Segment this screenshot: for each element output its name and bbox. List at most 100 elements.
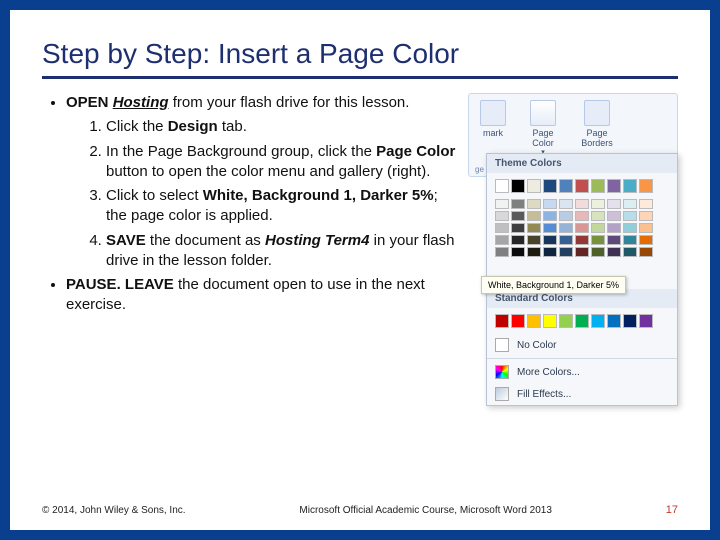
color-swatch[interactable] [575,223,589,233]
color-swatch[interactable] [575,235,589,245]
theme-row-main [495,179,669,193]
color-swatch[interactable] [575,179,589,193]
page-color-button[interactable]: Page Color ▾ [521,100,565,156]
color-swatch[interactable] [639,211,653,221]
color-swatch[interactable] [639,235,653,245]
color-swatch[interactable] [511,314,525,328]
color-swatch[interactable] [623,211,637,221]
color-swatch[interactable] [495,199,509,209]
theme-row-shade [495,223,669,233]
color-swatch[interactable] [639,247,653,257]
color-swatch[interactable] [527,179,541,193]
color-swatch[interactable] [559,247,573,257]
color-swatch[interactable] [639,199,653,209]
color-swatch[interactable] [607,179,621,193]
color-swatch[interactable] [543,247,557,257]
color-swatch[interactable] [607,314,621,328]
color-swatch[interactable] [607,199,621,209]
color-swatch[interactable] [591,314,605,328]
color-swatch[interactable] [511,199,525,209]
no-color-item[interactable]: No Color [487,334,677,356]
screenshot: mark Page Color ▾ Page Borders ge B Them… [468,93,678,320]
color-swatch[interactable] [575,247,589,257]
color-swatch[interactable] [543,314,557,328]
color-swatch[interactable] [543,235,557,245]
color-swatch[interactable] [495,247,509,257]
color-swatch[interactable] [623,314,637,328]
color-swatch[interactable] [623,235,637,245]
color-swatch[interactable] [591,223,605,233]
color-swatch[interactable] [511,179,525,193]
color-swatch[interactable] [591,247,605,257]
menu-divider [487,358,677,359]
color-swatch[interactable] [511,247,525,257]
color-swatch[interactable] [639,223,653,233]
color-swatch[interactable] [495,211,509,221]
color-swatch[interactable] [543,223,557,233]
color-swatch[interactable] [623,199,637,209]
color-swatch[interactable] [559,179,573,193]
instruction-text: OPEN Hosting from your flash drive for t… [42,93,456,320]
slide: Step by Step: Insert a Page Color OPEN H… [0,0,720,540]
color-swatch[interactable] [623,247,637,257]
color-tooltip: White, Background 1, Darker 5% [481,276,626,294]
color-swatch[interactable] [527,235,541,245]
color-swatch[interactable] [527,211,541,221]
color-swatch[interactable] [527,199,541,209]
color-swatch[interactable] [591,235,605,245]
color-swatch[interactable] [623,179,637,193]
watermark-button[interactable]: mark [473,100,513,138]
color-swatch[interactable] [495,235,509,245]
fill-effects-icon [495,387,509,401]
copyright-text: © 2014, John Wiley & Sons, Inc. [42,505,186,516]
color-swatch[interactable] [639,179,653,193]
color-swatch[interactable] [639,314,653,328]
color-swatch[interactable] [495,314,509,328]
color-swatch[interactable] [543,211,557,221]
color-swatch[interactable] [559,211,573,221]
color-swatch[interactable] [559,235,573,245]
color-swatch[interactable] [527,223,541,233]
open-filename: Hosting [113,94,169,111]
color-swatch[interactable] [575,211,589,221]
color-swatch[interactable] [575,199,589,209]
color-swatch[interactable] [527,247,541,257]
color-swatch[interactable] [511,223,525,233]
color-swatch[interactable] [495,223,509,233]
color-swatch[interactable] [543,199,557,209]
color-swatch[interactable] [495,179,509,193]
page-number: 17 [666,504,678,516]
standard-color-row [487,308,677,334]
color-swatch[interactable] [607,247,621,257]
theme-row-shade [495,235,669,245]
pause-verb: PAUSE. LEAVE [66,276,174,293]
color-swatch[interactable] [559,314,573,328]
color-swatch[interactable] [607,211,621,221]
course-text: Microsoft Official Academic Course, Micr… [299,505,552,516]
slide-footer: © 2014, John Wiley & Sons, Inc. Microsof… [42,504,678,516]
fill-effects-item[interactable]: Fill Effects... [487,383,677,405]
color-swatch[interactable] [575,314,589,328]
color-swatch[interactable] [591,211,605,221]
color-swatch[interactable] [511,235,525,245]
color-swatch[interactable] [623,223,637,233]
standard-row [495,314,669,328]
page-borders-button[interactable]: Page Borders [573,100,621,148]
step-3: Click to select White, Background 1, Dar… [106,186,456,227]
color-swatch[interactable] [607,223,621,233]
color-swatch[interactable] [511,211,525,221]
bullet-pause: PAUSE. LEAVE the document open to use in… [66,275,456,316]
steps-list: Click the Design tab. In the Page Backgr… [66,117,456,271]
color-swatch[interactable] [559,199,573,209]
more-colors-item[interactable]: More Colors... [487,361,677,383]
color-swatch[interactable] [591,179,605,193]
color-swatch[interactable] [607,235,621,245]
step-4: SAVE the document as Hosting Term4 in yo… [106,231,456,272]
color-swatch[interactable] [527,314,541,328]
step-1: Click the Design tab. [106,117,456,137]
color-swatch[interactable] [559,223,573,233]
color-swatch[interactable] [543,179,557,193]
color-swatch[interactable] [591,199,605,209]
page-color-popup: Theme Colors White, Background 1, Darker… [486,153,678,406]
no-color-icon [495,338,509,352]
